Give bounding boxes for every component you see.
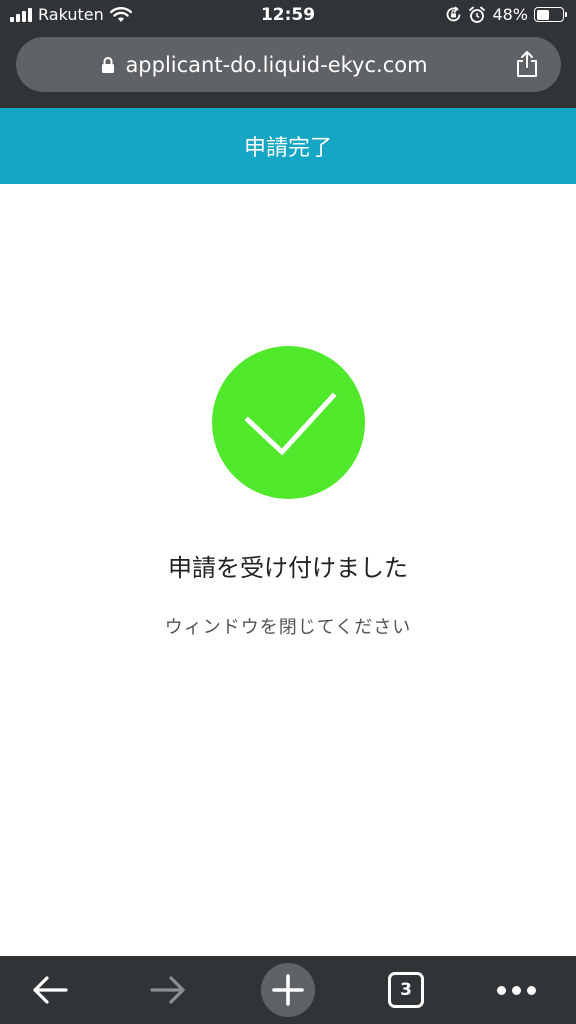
completion-message: 申請を受け付けました (168, 554, 408, 582)
battery-percent: 48% (492, 5, 528, 24)
browser-window: Rakuten 12:59 48% applicant-do.liquid-ek… (0, 0, 576, 1024)
status-right: 48% (445, 5, 567, 24)
more-dots-icon (496, 985, 536, 995)
new-tab-circle (261, 963, 315, 1017)
success-circle (212, 346, 365, 499)
back-button[interactable] (20, 956, 80, 1024)
tab-count: 3 (400, 980, 412, 1000)
plus-icon (272, 974, 304, 1006)
battery-icon (534, 7, 567, 22)
orientation-lock-icon (447, 6, 461, 22)
address-bar[interactable]: applicant-do.liquid-ekyc.com (16, 37, 561, 92)
battery-level (536, 9, 549, 20)
alarm-icon (469, 6, 486, 23)
close-window-instruction: ウィンドウを閉じてください (164, 617, 412, 638)
new-tab-button[interactable] (258, 956, 318, 1024)
checkmark-icon (244, 392, 337, 456)
page-header-title: 申請完了 (243, 136, 332, 161)
arrow-left-icon (33, 976, 68, 1004)
status-bar: Rakuten 12:59 48% (0, 0, 576, 32)
url-text: applicant-do.liquid-ekyc.com (125, 52, 428, 77)
lock-icon (102, 56, 115, 73)
share-icon[interactable] (515, 50, 539, 78)
tab-switcher-icon: 3 (388, 972, 424, 1008)
browser-top-chrome: Rakuten 12:59 48% applicant-do.liquid-ek… (0, 0, 576, 108)
url-display[interactable]: applicant-do.liquid-ekyc.com (16, 37, 513, 92)
page-header: 申請完了 (0, 108, 576, 184)
tab-switcher-button[interactable]: 3 (376, 956, 436, 1024)
more-menu-button[interactable] (486, 956, 546, 1024)
forward-button[interactable] (138, 956, 198, 1024)
browser-toolbar: 3 (0, 956, 576, 1024)
arrow-right-icon (150, 976, 185, 1004)
